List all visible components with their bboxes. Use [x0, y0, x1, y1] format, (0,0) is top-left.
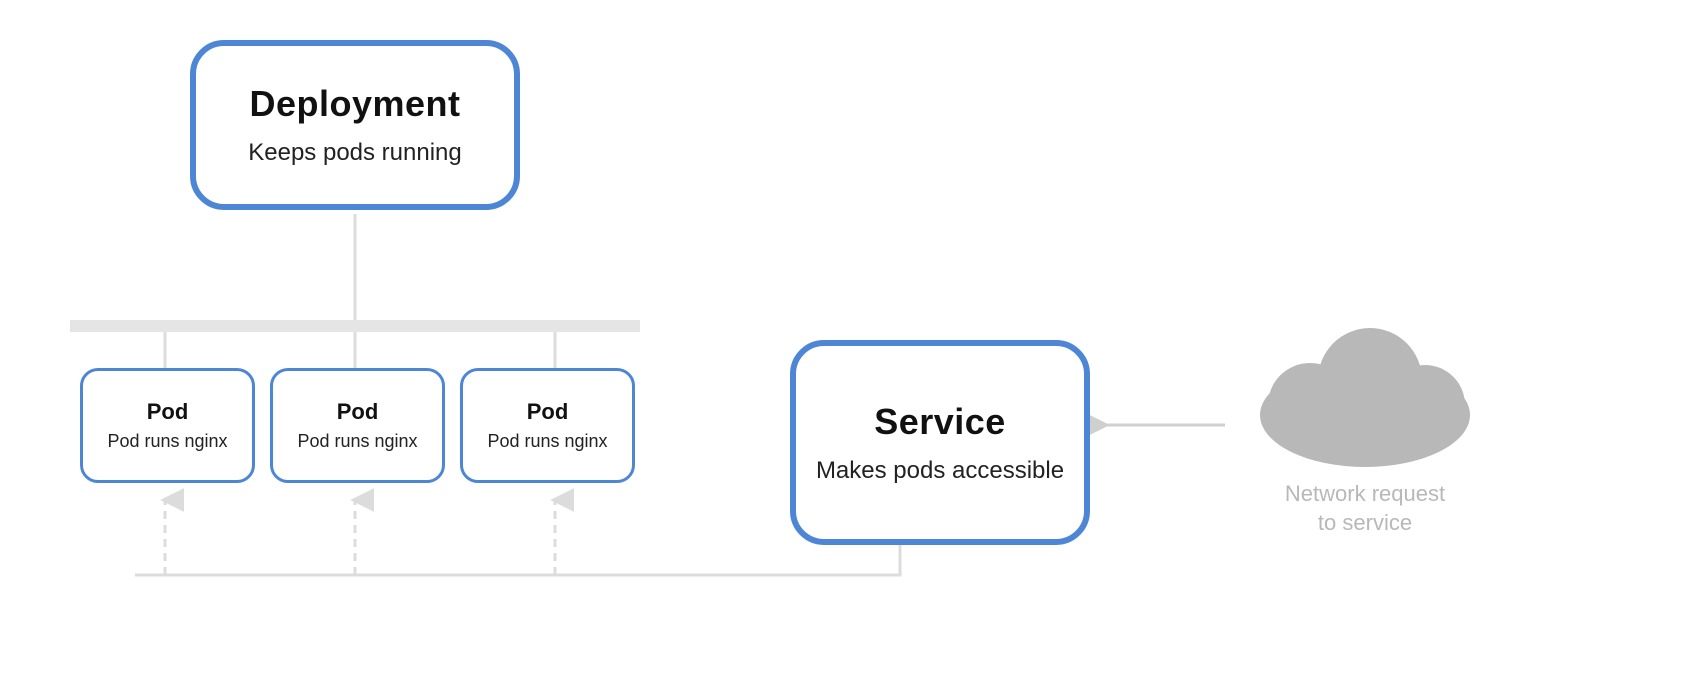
pod-subtitle: Pod runs nginx [297, 431, 417, 452]
pod-box-1: Pod Pod runs nginx [80, 368, 255, 483]
cloud-icon [1260, 328, 1470, 467]
cloud-label-line1: Network request [1285, 481, 1445, 506]
pod-subtitle: Pod runs nginx [487, 431, 607, 452]
connector-service-to-pods [135, 545, 900, 575]
pod-subtitle: Pod runs nginx [107, 431, 227, 452]
deployment-box: Deployment Keeps pods running [190, 40, 520, 210]
pod-box-2: Pod Pod runs nginx [270, 368, 445, 483]
pods-bar [70, 320, 640, 332]
deployment-title: Deployment [249, 83, 460, 125]
pod-title: Pod [337, 399, 379, 425]
service-subtitle: Makes pods accessible [816, 457, 1064, 485]
deployment-subtitle: Keeps pods running [248, 139, 462, 167]
service-title: Service [874, 401, 1006, 443]
cloud-label: Network request to service [1235, 480, 1495, 537]
pod-title: Pod [527, 399, 569, 425]
pod-box-3: Pod Pod runs nginx [460, 368, 635, 483]
pod-title: Pod [147, 399, 189, 425]
cloud-label-line2: to service [1318, 510, 1412, 535]
service-box: Service Makes pods accessible [790, 340, 1090, 545]
